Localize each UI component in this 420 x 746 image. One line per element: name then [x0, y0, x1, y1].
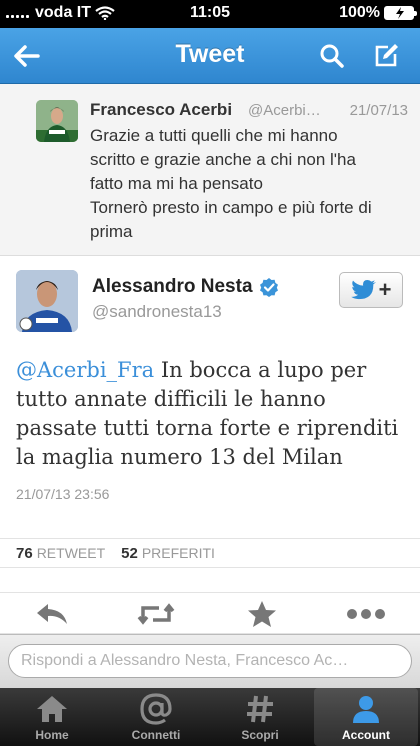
more-icon [347, 609, 385, 619]
battery-status: 100% [339, 4, 417, 22]
tweet-text: Grazie a tutti quelli che mi hanno scrit… [90, 126, 372, 241]
status-bar: voda IT 11:05 100% [0, 0, 420, 28]
reply-icon [37, 604, 67, 624]
home-icon [37, 696, 67, 722]
avatar[interactable] [36, 100, 78, 142]
author-name[interactable]: Francesco Acerbi [90, 100, 232, 120]
reply-bar: Rispondi a Alessandro Nesta, Francesco A… [0, 634, 420, 688]
page-title: Tweet [175, 40, 245, 68]
author-handle[interactable]: @Acerbi… [248, 102, 321, 119]
tab-home[interactable]: Home [0, 688, 104, 746]
retweet-count[interactable]: 76 RETWEET [16, 545, 105, 562]
compose-button[interactable] [366, 36, 406, 76]
navigation-bar: Tweet [0, 28, 420, 84]
tweet-timestamp: 21/07/13 23:56 [16, 486, 110, 502]
at-icon [140, 693, 172, 725]
reply-button[interactable] [32, 599, 72, 629]
tab-account[interactable]: Account [314, 688, 418, 746]
plus-icon: + [378, 277, 392, 302]
tweet-stats: 76 RETWEET 52 PREFERITI [0, 538, 420, 568]
favorite-star-icon [248, 601, 276, 627]
reply-input[interactable]: Rispondi a Alessandro Nesta, Francesco A… [8, 644, 412, 678]
in-reply-to-tweet[interactable]: Francesco Acerbi @Acerbi… 21/07/13 Grazi… [0, 84, 420, 256]
battery-icon [384, 6, 417, 20]
search-button[interactable] [312, 36, 352, 76]
favorite-count[interactable]: 52 PREFERITI [121, 545, 215, 562]
tab-scopri[interactable]: Scopri [208, 688, 312, 746]
favorite-button[interactable] [242, 599, 282, 629]
more-button[interactable] [346, 599, 386, 629]
hash-icon [247, 695, 273, 723]
battery-percent: 100% [339, 4, 380, 21]
retweet-icon [137, 603, 175, 625]
avatar[interactable] [16, 270, 78, 332]
retweet-button[interactable] [136, 599, 176, 629]
tweet-detail: Alessandro Nesta @sandronesta13 + @Acerb… [0, 256, 420, 592]
tweet-text: @Acerbi_Fra In bocca a lupo per tutto an… [16, 358, 399, 469]
compose-icon [375, 44, 398, 67]
author-name-row[interactable]: Alessandro Nesta [92, 276, 279, 298]
author-name[interactable]: Alessandro Nesta [92, 276, 253, 298]
tab-bar: Home Connetti Scopri Account [0, 688, 420, 746]
author-handle[interactable]: @sandronesta13 [92, 302, 222, 322]
mention-link[interactable]: @Acerbi_Fra [16, 358, 154, 382]
tweet-date: 21/07/13 [349, 102, 408, 119]
search-icon [320, 44, 344, 68]
tab-connetti[interactable]: Connetti [104, 688, 208, 746]
person-icon [353, 696, 379, 723]
follow-button[interactable]: + [339, 272, 403, 308]
tweet-actions [0, 592, 420, 634]
verified-badge-icon [259, 278, 278, 297]
twitter-bird-icon [350, 280, 376, 300]
